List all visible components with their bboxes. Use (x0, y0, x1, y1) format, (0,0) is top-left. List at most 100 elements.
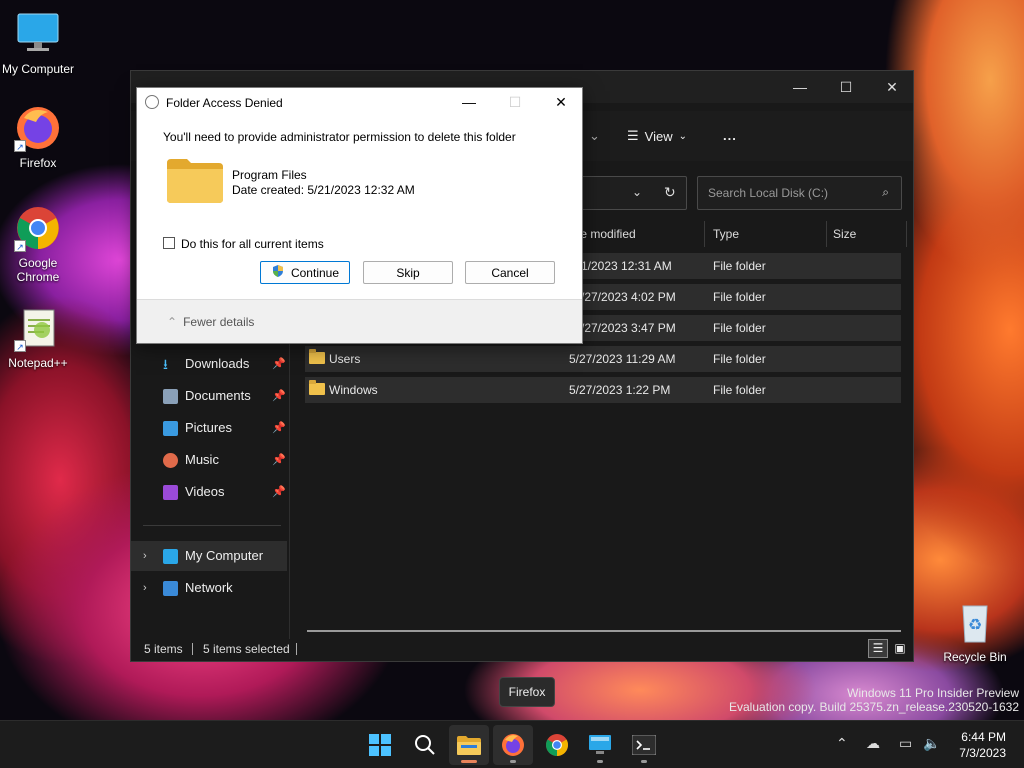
view-lines-icon: ☰ (627, 128, 639, 143)
desktop-icon-notepad-plus-plus[interactable]: ↗ Notepad++ (0, 304, 76, 370)
desktop-icon-label: Google Chrome (16, 256, 60, 284)
document-icon (163, 389, 178, 404)
horizontal-scrollbar[interactable] (307, 630, 901, 632)
monitor-icon (163, 549, 178, 564)
running-app-indicator (510, 760, 516, 763)
dialog-titlebar[interactable]: Folder Access Denied — ☐ ✕ (137, 88, 582, 116)
nav-item-network[interactable]: › Network (131, 573, 287, 603)
start-button[interactable] (360, 725, 400, 765)
remote-desktop-icon (589, 735, 611, 754)
folder-icon (167, 157, 223, 203)
folder-icon (309, 380, 325, 395)
desktop-icon-my-computer[interactable]: My Computer (0, 10, 76, 76)
chevron-down-icon[interactable]: ⌄ (632, 185, 642, 199)
watermark-line-2: Evaluation copy. Build 25375.zn_release.… (729, 700, 1019, 714)
taskbar-terminal[interactable] (624, 725, 664, 765)
sort-chevron-icon[interactable]: ⌄ (589, 128, 600, 144)
pin-icon[interactable]: 📌 (272, 349, 286, 379)
cancel-button[interactable]: Cancel (465, 261, 555, 284)
column-header-type[interactable]: Type (707, 221, 827, 247)
row-type: File folder (713, 259, 766, 273)
volume-icon[interactable]: 🔈 (923, 735, 940, 752)
pin-icon[interactable]: 📌 (272, 381, 286, 411)
windows-logo-icon (369, 734, 391, 756)
nav-label: Documents (185, 388, 251, 403)
file-explorer-icon (457, 736, 481, 755)
row-modified: /27/2023 3:47 PM (581, 321, 676, 335)
fewer-details-toggle[interactable]: ⌃ Fewer details (167, 315, 254, 329)
nav-label: Videos (185, 484, 225, 499)
show-hidden-icons-chevron-icon[interactable]: ⌃ (836, 735, 848, 752)
taskbar-firefox[interactable] (493, 725, 533, 765)
search-input[interactable]: Search Local Disk (C:) ⌕ (697, 176, 902, 210)
view-label: View (644, 128, 673, 144)
clock-date: 7/3/2023 (959, 746, 1006, 760)
dialog-folder-name: Program Files (232, 168, 307, 182)
terminal-icon (632, 735, 656, 755)
nav-label: Music (185, 452, 219, 467)
network-icon[interactable]: ▭ (899, 735, 912, 752)
nav-item-videos[interactable]: Videos 📌 (131, 477, 287, 507)
pin-icon[interactable]: 📌 (272, 445, 286, 475)
dialog-close-button[interactable]: ✕ (538, 88, 584, 116)
row-modified: 1/2023 12:31 AM (581, 259, 672, 273)
pin-icon[interactable]: 📌 (272, 477, 286, 507)
shortcut-arrow-icon: ↗ (14, 340, 26, 352)
nav-item-my-computer[interactable]: › My Computer (131, 541, 287, 571)
desktop-icon-google-chrome[interactable]: ↗ Google Chrome (0, 204, 76, 284)
desktop-icon-label: Recycle Bin (943, 650, 1007, 664)
nav-item-downloads[interactable]: ⭳ Downloads 📌 (131, 349, 287, 379)
desktop-icon-label: Notepad++ (8, 356, 68, 370)
taskbar-google-chrome[interactable] (537, 725, 577, 765)
navigation-pane: ⭳ Downloads 📌 Documents 📌 Pictures 📌 Mus… (131, 341, 289, 661)
notepad-plus-plus-icon: ↗ (14, 304, 62, 352)
search-button[interactable] (405, 725, 445, 765)
pin-icon[interactable]: 📌 (272, 413, 286, 443)
system-clock[interactable]: 6:44 PM 7/3/2023 (959, 729, 1006, 761)
nav-item-documents[interactable]: Documents 📌 (131, 381, 287, 411)
taskbar-tooltip: Firefox (499, 677, 555, 707)
nav-item-pictures[interactable]: Pictures 📌 (131, 413, 287, 443)
continue-button[interactable]: Continue (260, 261, 350, 284)
view-button[interactable]: ☰ View ⌄ (627, 128, 687, 144)
address-bar[interactable]: ⌄ ↻ (571, 176, 687, 210)
minimize-button[interactable]: — (777, 71, 823, 103)
tiles-view-button[interactable]: ▣ (890, 639, 910, 658)
row-modified: 5/27/2023 11:29 AM (569, 352, 676, 366)
search-placeholder: Search Local Disk (C:) (708, 186, 829, 200)
evaluation-watermark: Windows 11 Pro Insider Preview Evaluatio… (729, 686, 1019, 714)
pictures-icon (163, 421, 178, 436)
table-row[interactable]: Users 5/27/2023 11:29 AM File folder (305, 346, 901, 372)
dialog-minimize-button[interactable]: — (446, 88, 492, 116)
nav-divider (143, 525, 281, 526)
taskbar-file-explorer[interactable] (449, 725, 489, 765)
row-type: File folder (713, 383, 766, 397)
maximize-button[interactable]: ☐ (823, 71, 869, 103)
skip-button[interactable]: Skip (363, 261, 453, 284)
taskbar-remote-desktop[interactable] (580, 725, 620, 765)
desktop-icon-recycle-bin[interactable]: ♻ Recycle Bin (937, 598, 1013, 664)
chevron-right-icon[interactable]: › (143, 541, 147, 571)
column-header-date-modified[interactable]: te modified (571, 221, 705, 247)
running-app-indicator (641, 760, 647, 763)
desktop-icon-firefox[interactable]: ↗ Firefox (0, 104, 76, 170)
close-button[interactable]: ✕ (869, 71, 915, 103)
chevron-up-icon: ⌃ (167, 315, 178, 329)
status-divider (296, 643, 297, 655)
table-row[interactable]: Windows 5/27/2023 1:22 PM File folder (305, 377, 901, 403)
monitor-icon (14, 10, 62, 58)
refresh-icon[interactable]: ↻ (664, 184, 676, 201)
more-options-button[interactable]: ... (723, 128, 737, 143)
running-app-indicator (597, 760, 603, 763)
row-type: File folder (713, 290, 766, 304)
nav-item-music[interactable]: Music 📌 (131, 445, 287, 475)
apply-to-all-label[interactable]: Do this for all current items (181, 237, 324, 251)
details-view-button[interactable]: ☰ (868, 639, 888, 658)
nav-label: Pictures (185, 420, 232, 435)
onedrive-offline-icon[interactable]: ☁ (866, 735, 880, 752)
apply-to-all-checkbox[interactable] (163, 237, 175, 249)
column-header-size[interactable]: Size (827, 221, 907, 247)
chevron-right-icon[interactable]: › (143, 573, 147, 603)
row-modified: 5/27/2023 1:22 PM (569, 383, 671, 397)
taskbar: ⌃ ☁ ▭ 🔈 6:44 PM 7/3/2023 (0, 720, 1024, 768)
